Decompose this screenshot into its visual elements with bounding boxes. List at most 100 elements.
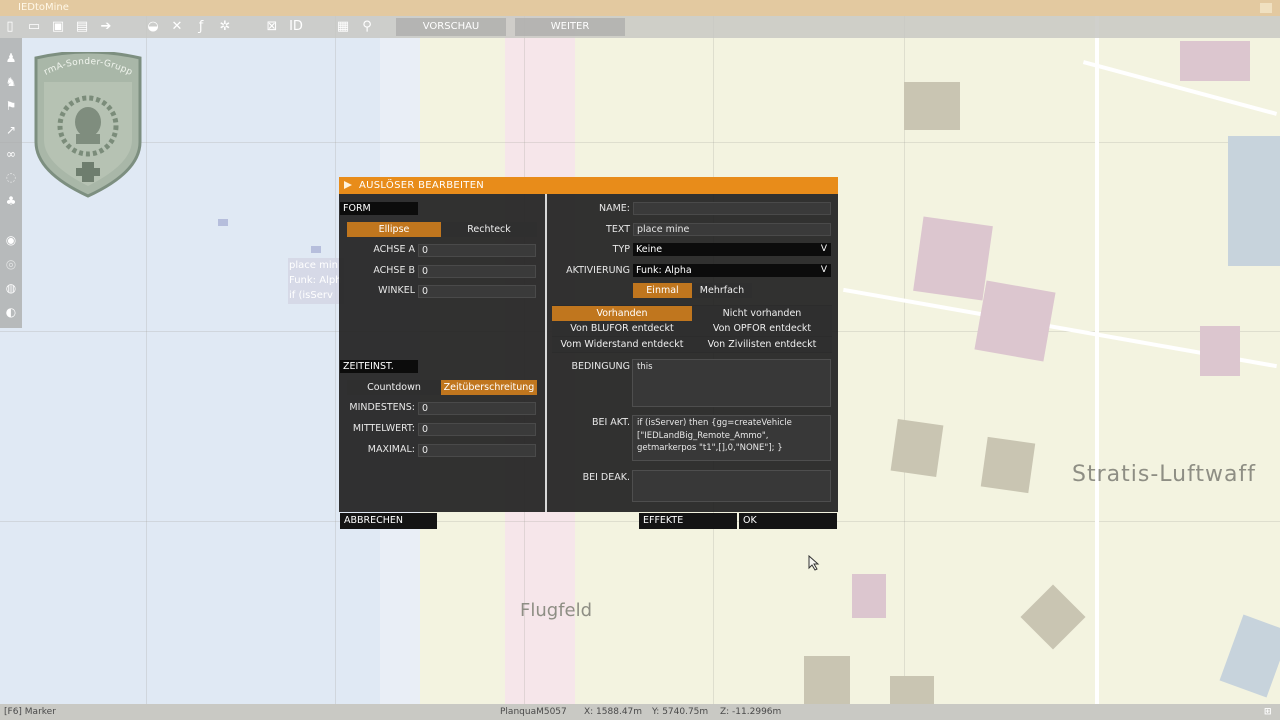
chevron-down-icon: V — [820, 265, 827, 275]
building — [904, 82, 960, 130]
timer-min-field[interactable]: 0 — [418, 402, 536, 415]
id-icon[interactable]: ID — [288, 19, 304, 35]
road — [1095, 16, 1099, 704]
vehicle-group-icon[interactable]: ♣ — [3, 193, 19, 209]
save-as-icon[interactable]: ▤ — [74, 19, 90, 35]
preview-button[interactable]: VORSCHAU — [396, 18, 506, 36]
status-z: Z: -11.2996m — [720, 707, 782, 717]
marker-line: Funk: Alph — [289, 275, 342, 286]
status-mode: [F6] Marker — [4, 707, 56, 717]
status-grid: PlanquaM5057 — [500, 707, 567, 717]
marker-icon[interactable] — [311, 246, 321, 253]
detected-blufor-option[interactable]: Von BLUFOR entdeckt — [552, 321, 692, 336]
grid-line — [0, 142, 1280, 143]
on-deactivation-textarea[interactable] — [632, 470, 831, 502]
condition-textarea[interactable]: this — [632, 359, 831, 407]
trigger-marker-label[interactable]: place min Funk: Alph if (isServ — [288, 258, 344, 304]
status-x: X: 1588.47m — [584, 707, 643, 717]
present-option[interactable]: Vorhanden — [552, 306, 692, 321]
window-title: IEDtoMine — [18, 2, 69, 13]
waypoint-icon[interactable]: ↗ — [3, 122, 19, 138]
building — [890, 676, 934, 704]
axis-a-label: ACHSE A — [373, 244, 415, 255]
type-select-value: Keine — [636, 244, 663, 255]
close-window-icon[interactable] — [1260, 3, 1272, 13]
text-field[interactable]: place mine — [633, 223, 831, 236]
function-icon[interactable]: ƒ — [193, 19, 209, 35]
trigger-icon[interactable]: ◌ — [3, 169, 19, 185]
cancel-button[interactable]: ABBRECHEN — [340, 513, 437, 529]
condition-label: BEDINGUNG — [571, 361, 630, 372]
title-bar: IEDtoMine — [0, 0, 1280, 16]
marker-line: place min — [289, 260, 338, 271]
airfield-label: Flugfeld — [520, 600, 593, 621]
timer-timeout-option[interactable]: Zeitüberschreitung — [441, 380, 537, 395]
gear-icon[interactable]: ✲ — [217, 19, 233, 35]
building — [1180, 41, 1250, 81]
timer-mid-field[interactable]: 0 — [418, 423, 536, 436]
on-activation-textarea[interactable]: if (isServer) then {gg=createVehicle ["I… — [632, 415, 831, 461]
name-field[interactable] — [633, 202, 831, 215]
detected-resistance-option[interactable]: Vom Widerstand entdeckt — [552, 337, 692, 352]
status-y: Y: 5740.75m — [652, 707, 709, 717]
grid-icon[interactable]: ⊠ — [264, 19, 280, 35]
tools-icon[interactable]: ✕ — [169, 19, 185, 35]
mode-sidebar: ♟ ♞ ⚑ ↗ ∞ ◌ ♣ ◉ ◎ ◍ ◐ — [0, 38, 22, 328]
marker-icon[interactable] — [218, 219, 228, 226]
building — [852, 574, 886, 618]
flag-icon[interactable]: ⚑ — [3, 98, 19, 114]
shape-rectangle-option[interactable]: Rechteck — [441, 222, 537, 237]
detected-opfor-option[interactable]: Von OPFOR entdeckt — [692, 321, 832, 336]
building — [804, 656, 850, 704]
grid-line — [335, 16, 336, 704]
ok-button[interactable]: OK — [739, 513, 837, 529]
open-folder-icon[interactable]: ▭ — [26, 19, 42, 35]
dialog-body — [339, 194, 838, 512]
grid-line — [146, 16, 147, 704]
group-icon[interactable]: ♞ — [3, 74, 19, 90]
link-icon[interactable]: ⚲ — [359, 19, 375, 35]
toolbar: ▯ ▭ ▣ ▤ ➔ ◒ ✕ ƒ ✲ ⊠ ID ▦ ⚲ VORSCHAU WEIT… — [0, 16, 1280, 38]
type-select[interactable]: Keine V — [633, 243, 831, 256]
link-icon[interactable]: ∞ — [3, 146, 19, 162]
mouse-cursor-icon — [808, 555, 820, 571]
angle-field[interactable]: 0 — [418, 285, 536, 298]
airbase-label: Stratis-Luftwaff — [1072, 462, 1257, 487]
export-icon[interactable]: ➔ — [98, 19, 114, 35]
module-alt-icon[interactable]: ◐ — [3, 304, 19, 320]
building — [980, 436, 1036, 494]
effects-button[interactable]: EFFEKTE — [639, 513, 737, 529]
building — [1200, 326, 1240, 376]
building — [974, 280, 1056, 362]
detected-civilians-option[interactable]: Von Zivilisten entdeckt — [692, 337, 832, 352]
vehicle-icon[interactable]: ◒ — [145, 19, 161, 35]
module-icon[interactable]: ◍ — [3, 280, 19, 296]
building — [913, 216, 993, 301]
shape-ellipse-option[interactable]: Ellipse — [347, 222, 441, 237]
activation-select[interactable]: Funk: Alpha V — [633, 264, 831, 277]
building — [1228, 136, 1280, 266]
new-file-icon[interactable]: ▯ — [2, 19, 18, 35]
building — [890, 419, 944, 477]
marker-icon[interactable]: ◉ — [3, 232, 19, 248]
building — [1219, 614, 1280, 698]
unit-icon[interactable]: ♟ — [3, 50, 19, 66]
not-present-option[interactable]: Nicht vorhanden — [692, 306, 832, 321]
chevron-down-icon: V — [820, 244, 827, 254]
timer-max-field[interactable]: 0 — [418, 444, 536, 457]
timer-countdown-option[interactable]: Countdown — [347, 380, 441, 395]
on-activation-label: BEI AKT. — [591, 417, 630, 428]
dialog-divider — [545, 194, 547, 512]
type-label: TYP — [612, 244, 630, 255]
axis-a-field[interactable]: 0 — [418, 244, 536, 257]
sensor-icon[interactable]: ◎ — [3, 256, 19, 272]
grid-toggle-icon[interactable]: ⊞ — [1264, 704, 1272, 720]
continue-button[interactable]: WEITER — [515, 18, 625, 36]
timer-mid-label: MITTELWERT: — [352, 423, 415, 434]
window-icon[interactable]: ▦ — [335, 19, 351, 35]
trigger-edit-dialog: AUSLÖSER BEARBEITEN FORM Ellipse Rechtec… — [339, 177, 838, 529]
repeat-multiple-option[interactable]: Mehrfach — [692, 283, 752, 298]
repeat-once-option[interactable]: Einmal — [633, 283, 692, 298]
save-icon[interactable]: ▣ — [50, 19, 66, 35]
axis-b-field[interactable]: 0 — [418, 265, 536, 278]
